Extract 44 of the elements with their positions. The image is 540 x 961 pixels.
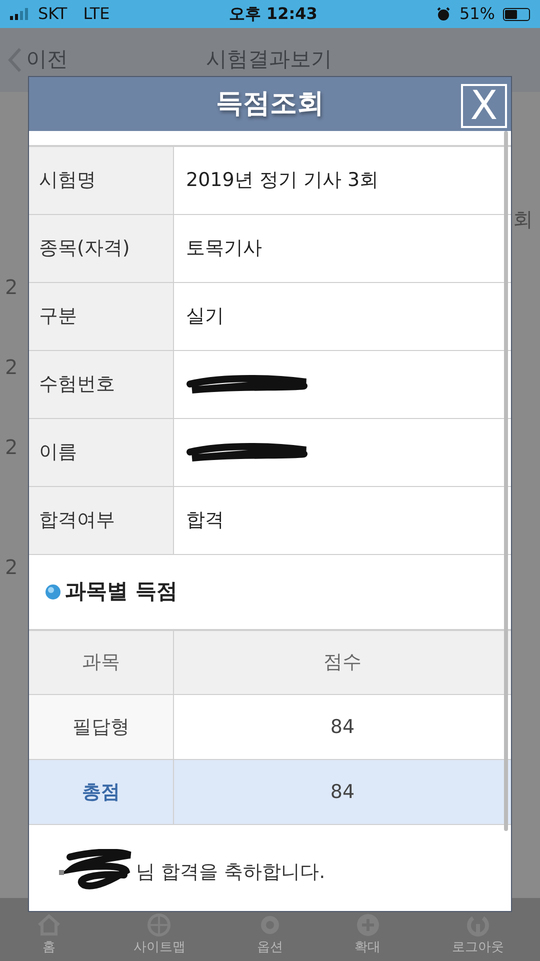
tab-bar-item[interactable]: 옵션 <box>221 898 319 961</box>
dialog-title: 득점조회 <box>216 86 324 121</box>
list-fragment: 2 <box>5 354 18 381</box>
field-label: 시험명 <box>29 147 174 214</box>
field-label: 구분 <box>29 283 174 350</box>
list-fragment: 2 <box>5 434 18 461</box>
list-fragment: 2 <box>5 274 18 301</box>
list-fragment: 2 <box>5 554 18 581</box>
field-label: 수험번호 <box>29 351 174 418</box>
table-cell-text: 84 <box>329 780 356 805</box>
tab-bar-item[interactable]: 확대 <box>318 898 416 961</box>
plus-icon <box>354 912 381 938</box>
section-title: 과목별 득점 <box>65 578 178 606</box>
field-value: 2019년 정기 기사 3회 <box>186 168 379 194</box>
field-label: 종목(자격) <box>29 215 174 282</box>
field-label: 합격여부 <box>29 487 174 554</box>
signal-icon <box>10 8 30 20</box>
status-time: 오후 12:43 <box>228 3 318 25</box>
page-title: 시험결과보기 <box>206 46 332 74</box>
close-button[interactable]: X <box>461 84 507 128</box>
column-header: 점수 <box>322 650 362 676</box>
field-label: 이름 <box>29 419 174 486</box>
alarm-icon <box>436 6 452 22</box>
table-cell: 총점 <box>29 760 174 824</box>
field-value: 실기 <box>186 304 224 330</box>
globe-icon <box>146 912 172 938</box>
field-value: 토목기사 <box>186 236 262 262</box>
field-value: 합격 <box>186 508 224 534</box>
tab-bar-item[interactable]: 사이트맵 <box>98 898 222 961</box>
bullet-icon <box>45 584 61 600</box>
table-cell-text: 84 <box>329 714 356 740</box>
list-fragment: 회 <box>513 206 533 233</box>
battery-percent: 51% <box>459 3 495 25</box>
tab-bar-item[interactable]: 홈 <box>0 898 98 961</box>
back-link[interactable]: 이전 <box>8 44 68 76</box>
tab-bar-item[interactable]: 로그아웃 <box>416 898 540 961</box>
home-icon <box>36 912 62 938</box>
table-cell: 필답형 <box>29 695 174 759</box>
column-header: 과목 <box>29 631 174 694</box>
network-type: LTE <box>83 3 110 25</box>
bullet-icon <box>59 870 64 874</box>
battery-icon <box>503 8 530 20</box>
congratulation-message: 님 합격을 축하합니다. <box>136 860 326 885</box>
carrier-name: SKT <box>38 3 68 25</box>
